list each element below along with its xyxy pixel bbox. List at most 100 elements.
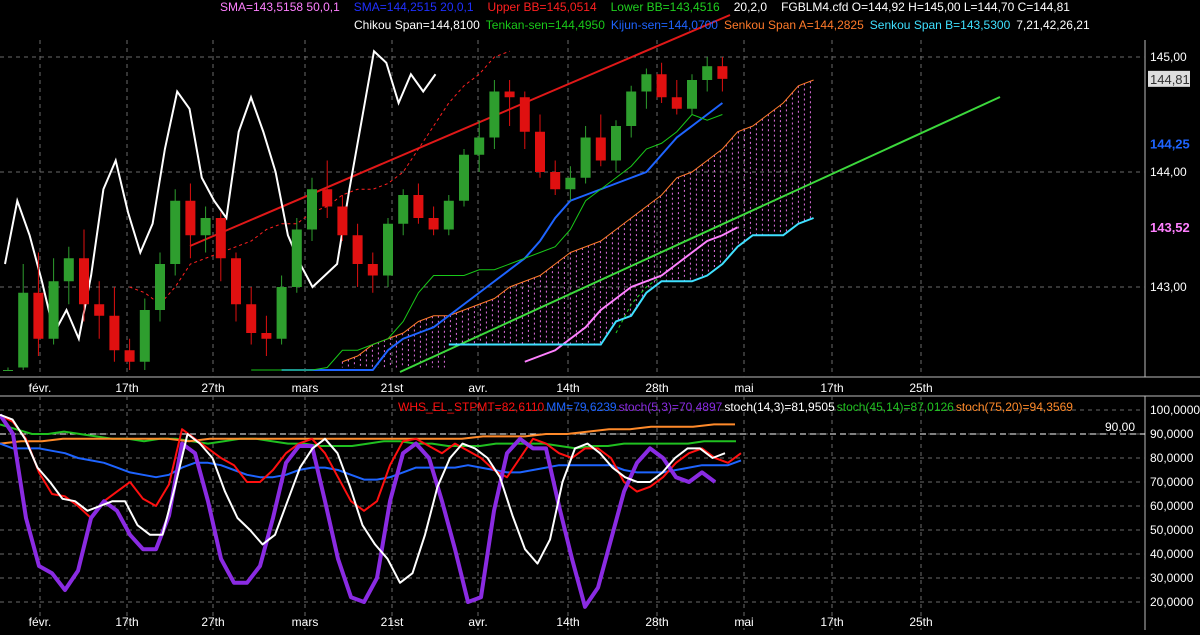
- date-tick-label: mai: [734, 381, 753, 395]
- price-badge: 143,52: [1150, 220, 1190, 235]
- date-tick-label: mars: [292, 381, 319, 395]
- candle-body: [291, 229, 302, 287]
- legend-line1-item: Upper BB=145,0514: [488, 0, 597, 14]
- date-tick-label: 28th: [645, 615, 668, 629]
- price-tick-label: 145,00: [1150, 50, 1187, 64]
- candle-body: [33, 292, 44, 339]
- legend-line1-item: SMA=143,5158 50,0,1: [220, 0, 340, 14]
- candle-body: [565, 177, 576, 190]
- candle-body: [352, 235, 363, 264]
- candle-body: [641, 74, 652, 92]
- price-badge: 144,25: [1150, 136, 1190, 151]
- candle-body: [200, 218, 211, 236]
- osc-tick-label: 40,0000: [1150, 547, 1194, 561]
- osc-legend-item: WHS_EL_STPMT=82,6110: [398, 400, 545, 414]
- candle-body: [139, 310, 150, 362]
- candle-body: [155, 264, 165, 310]
- candle-body: [474, 137, 485, 155]
- candle-body: [124, 350, 135, 362]
- osc-tick-label: 60,0000: [1150, 499, 1194, 513]
- date-tick-label: 17th: [115, 381, 138, 395]
- candle-body: [3, 370, 13, 371]
- candle-body: [398, 195, 409, 224]
- candle-body: [185, 200, 196, 236]
- date-tick-label: avr.: [468, 615, 487, 629]
- legend-line1-item: 20,2,0: [734, 0, 768, 14]
- chart-root: févr. févr. 17th 17th 27th 27th mars mars 21st 21…: [0, 0, 1200, 630]
- candle-body: [443, 200, 454, 230]
- candle-body: [48, 281, 59, 339]
- price-tick-label: 144,00: [1150, 165, 1187, 179]
- candle-body: [459, 154, 469, 201]
- candle-body: [231, 258, 241, 305]
- date-tick-label: mars: [292, 615, 319, 629]
- osc-legend-item: MM=79,6239: [546, 400, 617, 414]
- candle-body: [246, 304, 257, 333]
- date-tick-label: mai: [734, 615, 753, 629]
- candle-body: [656, 74, 667, 98]
- candle-body: [717, 66, 728, 79]
- candle-body: [504, 91, 515, 98]
- legend-line2-item: Chikou Span=144,8100: [354, 18, 480, 32]
- price-tick-label: 143,00: [1150, 280, 1187, 294]
- candle-body: [94, 304, 105, 316]
- candle-body: [687, 80, 697, 109]
- osc-tick-label: 70,0000: [1150, 475, 1194, 489]
- legend-line2-item: Senkou Span A=144,2825: [724, 18, 864, 32]
- candle-body: [337, 206, 348, 236]
- candle-body: [215, 218, 226, 259]
- candle-body: [550, 172, 561, 190]
- date-tick-label: 27th: [201, 381, 224, 395]
- candle-body: [261, 333, 272, 339]
- date-tick-label: 21st: [381, 381, 404, 395]
- level-90-label: 90,00: [1105, 420, 1135, 434]
- date-tick-label: 14th: [556, 381, 579, 395]
- osc-legend-item: stoch(14,3)=81,9505: [724, 400, 835, 414]
- candle-body: [276, 287, 287, 339]
- date-tick-label: 14th: [556, 615, 579, 629]
- osc-tick-label: 80,0000: [1150, 451, 1194, 465]
- candle-body: [170, 200, 181, 264]
- candle-body: [63, 258, 74, 282]
- price-badge: 144,81: [1150, 72, 1190, 87]
- date-tick-label: 17th: [820, 615, 843, 629]
- osc-tick-label: 90,0000: [1150, 427, 1194, 441]
- candle-body: [413, 195, 424, 218]
- candle-body: [580, 137, 591, 178]
- legend-line2-item: Tenkan-sen=144,4950: [486, 18, 605, 32]
- candle-body: [109, 315, 120, 351]
- date-tick-label: févr.: [29, 615, 52, 629]
- date-tick-label: 17th: [820, 381, 843, 395]
- candle-body: [79, 258, 89, 305]
- date-tick-label: 27th: [201, 615, 224, 629]
- candle-body: [595, 137, 606, 161]
- candle-body: [383, 223, 393, 276]
- legend-line2-item: 7,21,42,26,21: [1016, 18, 1090, 32]
- date-tick-label: 25th: [909, 381, 932, 395]
- legend-line1-item: Lower BB=143,4516: [611, 0, 720, 14]
- legend-line2-item: Kijun-sen=144,0700: [611, 18, 718, 32]
- date-tick-label: 28th: [645, 381, 668, 395]
- date-tick-label: 25th: [909, 615, 932, 629]
- candle-body: [489, 91, 500, 138]
- osc-legend-item: stoch(45,14)=87,0126: [837, 400, 954, 414]
- candle-body: [307, 189, 317, 230]
- legend-line1-item: SMA=144,2515 20,0,1: [354, 0, 474, 14]
- date-tick-label: 21st: [381, 615, 404, 629]
- candle-body: [367, 264, 378, 276]
- candle-body: [322, 189, 333, 207]
- date-tick-label: 17th: [115, 615, 138, 629]
- candle-body: [428, 218, 439, 230]
- candle-body: [671, 97, 682, 109]
- date-tick-label: févr.: [29, 381, 52, 395]
- candle-body: [535, 131, 545, 172]
- osc-tick-label: 50,0000: [1150, 523, 1194, 537]
- candle-body: [519, 97, 530, 132]
- candle-body: [18, 292, 29, 368]
- chart-canvas: févr. févr. 17th 17th 27th 27th mars mars 21st 21…: [0, 0, 1200, 630]
- candle-body: [611, 126, 621, 161]
- osc-legend-item: stoch(75,20)=94,3569: [956, 400, 1073, 414]
- osc-tick-label: 20,0000: [1150, 595, 1194, 609]
- candle-body: [626, 91, 637, 126]
- legend-line1-item: FGBLM4.cfd O=144,92 H=145,00 L=144,70 C=…: [781, 0, 1070, 14]
